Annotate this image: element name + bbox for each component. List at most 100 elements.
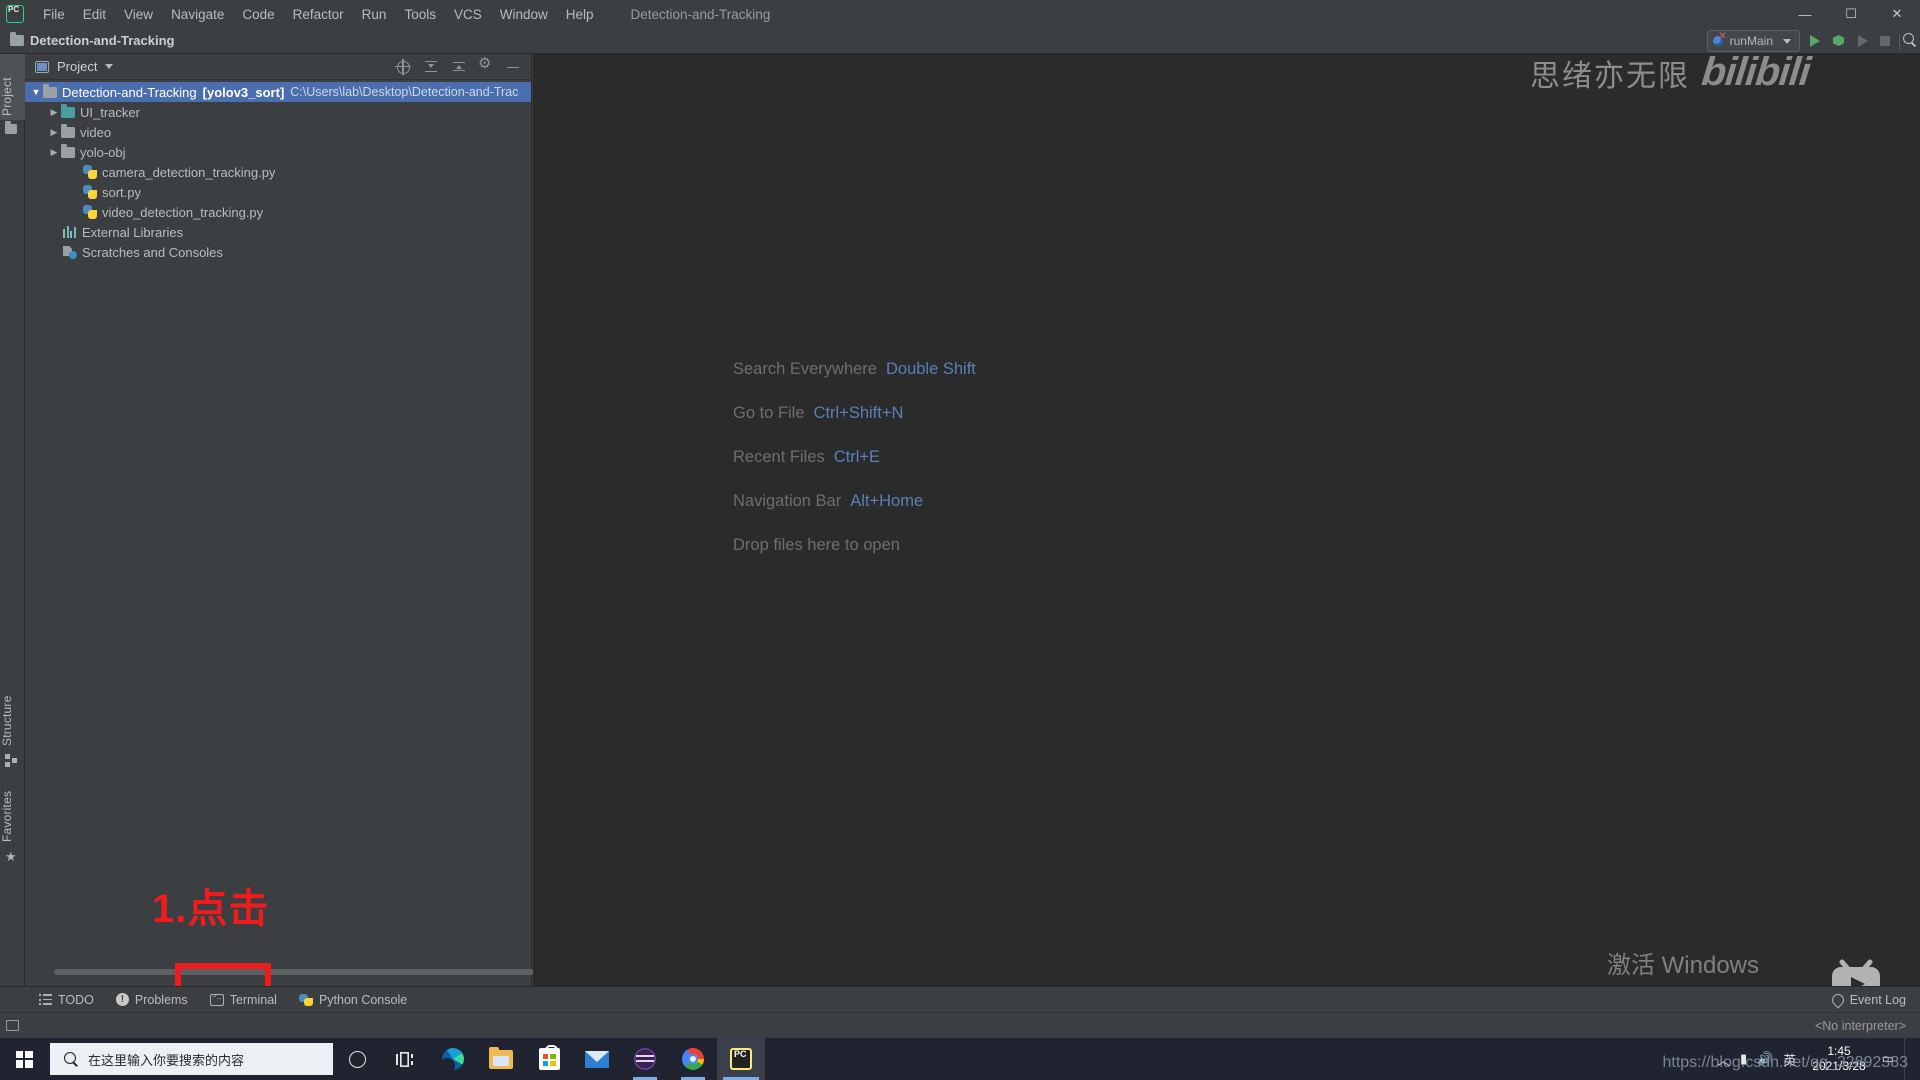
project-panel-header: Project: [25, 54, 531, 80]
problems-icon: !: [115, 993, 129, 1006]
tip-action: Recent Files: [733, 448, 825, 466]
taskbar-clock[interactable]: 1:45 2021/3/28: [1806, 1044, 1871, 1074]
tree-node-label: video_detection_tracking.py: [102, 204, 264, 220]
tree-row-yolo-obj[interactable]: ▶ yolo-obj: [25, 142, 531, 162]
tray-volume-icon[interactable]: 🔊: [1757, 1051, 1773, 1067]
file-explorer-button[interactable]: [477, 1038, 525, 1080]
maximize-button[interactable]: ☐: [1828, 0, 1874, 28]
scrollbar-thumb[interactable]: [54, 969, 534, 975]
sidebar-tab-project[interactable]: Project: [0, 54, 25, 120]
action-center-icon[interactable]: ▭: [1882, 1051, 1894, 1067]
search-placeholder: 在这里输入你要搜索的内容: [88, 1052, 245, 1068]
settings-gear-icon[interactable]: [478, 56, 493, 74]
bottom-tab-python-console[interactable]: Python Console: [288, 987, 418, 1013]
navigation-bar: Detection-and-Tracking: [0, 28, 1920, 54]
tree-row-video-detection-tracking[interactable]: video_detection_tracking.py: [25, 202, 531, 222]
expand-all-icon[interactable]: [423, 59, 439, 75]
menu-code[interactable]: Code: [233, 5, 283, 24]
bottom-tab-problems[interactable]: ! Problems: [105, 987, 199, 1013]
purple-app-button[interactable]: [621, 1038, 669, 1080]
close-button[interactable]: ✕: [1874, 0, 1920, 28]
chevron-right-icon[interactable]: ▶: [47, 107, 61, 118]
folder-icon: [61, 123, 75, 138]
menu-vcs[interactable]: VCS: [445, 5, 491, 24]
microsoft-store-icon: [538, 1045, 560, 1070]
python-console-icon: [298, 993, 313, 1007]
project-view-chevron-down-icon[interactable]: [105, 64, 114, 69]
tip-action: Go to File: [733, 404, 805, 422]
tip-shortcut: Ctrl+Shift+N: [813, 404, 904, 422]
sidebar-tab-favorites[interactable]: Favorites: [0, 766, 25, 846]
terminal-icon: [209, 993, 224, 1006]
menu-view[interactable]: View: [115, 5, 162, 24]
tray-chevron-up-icon[interactable]: ︿: [1717, 1050, 1730, 1069]
menu-run[interactable]: Run: [353, 5, 396, 24]
menu-refactor[interactable]: Refactor: [284, 5, 353, 24]
event-log-button[interactable]: Event Log: [1829, 991, 1920, 1008]
search-icon[interactable]: [1902, 32, 1918, 48]
microsoft-store-button[interactable]: [525, 1038, 573, 1080]
mail-button[interactable]: [573, 1038, 621, 1080]
debug-button[interactable]: [1830, 32, 1848, 50]
menu-edit[interactable]: Edit: [74, 5, 115, 24]
tip-navigation-bar: Navigation Bar Alt+Home: [733, 492, 976, 511]
taskbar-search-input[interactable]: 在这里输入你要搜索的内容: [50, 1043, 333, 1075]
window-controls: — ☐ ✕: [1782, 0, 1920, 28]
menu-file[interactable]: File: [34, 5, 74, 24]
tip-shortcut: Alt+Home: [850, 492, 924, 510]
menu-window[interactable]: Window: [491, 5, 557, 24]
task-view-button[interactable]: [381, 1038, 429, 1080]
tip-action: Search Everywhere: [733, 360, 877, 378]
tray-network-icon[interactable]: ▮: [1740, 1051, 1747, 1067]
toggle-tool-windows-button[interactable]: [0, 1013, 25, 1039]
tip-search-everywhere: Search Everywhere Double Shift: [733, 360, 976, 379]
tree-row-project-root[interactable]: ▼ Detection-and-Tracking [yolov3_sort] C…: [25, 82, 531, 102]
tree-row-external-libraries[interactable]: External Libraries: [25, 222, 531, 242]
left-tool-strip: Project Structure Favorites ★: [0, 54, 25, 1020]
menu-help[interactable]: Help: [557, 5, 603, 24]
show-desktop-button[interactable]: [1904, 1038, 1912, 1080]
pycharm-window: File Edit View Navigate Code Refactor Ru…: [0, 0, 1920, 1080]
sidebar-tab-structure[interactable]: Structure: [0, 674, 25, 750]
project-horizontal-scrollbar[interactable]: [52, 968, 550, 976]
tree-row-ui-tracker[interactable]: ▶ UI_tracker: [25, 102, 531, 122]
tree-row-video[interactable]: ▶ video: [25, 122, 531, 142]
collapse-all-icon[interactable]: [451, 59, 467, 75]
project-tool-window: Project ▼ Detection-and-Tracking [yolov3…: [25, 54, 534, 986]
chevron-right-icon[interactable]: ▶: [47, 127, 61, 138]
interpreter-status[interactable]: <No interpreter>: [1815, 1019, 1920, 1033]
locate-target-icon[interactable]: [395, 58, 411, 75]
tree-row-camera-detection-tracking[interactable]: camera_detection_tracking.py: [25, 162, 531, 182]
tip-action: Drop files here to open: [733, 536, 900, 554]
chevron-right-icon[interactable]: ▶: [47, 147, 61, 158]
tool-window-icon: [35, 60, 49, 73]
chrome-button[interactable]: [669, 1038, 717, 1080]
tip-action: Navigation Bar: [733, 492, 842, 510]
edge-button[interactable]: [429, 1038, 477, 1080]
menu-bar: File Edit View Navigate Code Refactor Ru…: [0, 0, 1920, 28]
bottom-tab-todo[interactable]: TODO: [28, 987, 105, 1013]
run-button[interactable]: [1806, 32, 1824, 50]
clock-date: 2021/3/28: [1812, 1059, 1866, 1073]
cortana-button[interactable]: [333, 1038, 381, 1080]
pycharm-taskbar-button[interactable]: [717, 1038, 765, 1080]
stop-button[interactable]: [1876, 32, 1894, 50]
tree-node-label: camera_detection_tracking.py: [102, 164, 276, 180]
breadcrumb[interactable]: Detection-and-Tracking: [30, 33, 174, 48]
chevron-down-icon[interactable]: [1783, 38, 1791, 44]
tree-node-label: UI_tracker: [80, 104, 140, 120]
hide-panel-icon[interactable]: [505, 59, 521, 75]
tree-row-scratches-and-consoles[interactable]: Scratches and Consoles: [25, 242, 531, 262]
project-panel-toolbar: [395, 56, 531, 75]
chevron-expanded-icon[interactable]: ▼: [29, 87, 43, 97]
minimize-button[interactable]: —: [1782, 0, 1828, 28]
tray-ime-icon[interactable]: 英: [1783, 1050, 1796, 1069]
menu-tools[interactable]: Tools: [395, 5, 445, 24]
run-configuration-selector[interactable]: runMain: [1706, 30, 1800, 52]
coverage-button[interactable]: [1854, 32, 1872, 50]
menu-navigate[interactable]: Navigate: [162, 5, 233, 24]
bottom-tool-bar: TODO ! Problems Terminal Python Console …: [0, 986, 1920, 1012]
tree-row-sort[interactable]: sort.py: [25, 182, 531, 202]
bottom-tab-terminal[interactable]: Terminal: [199, 987, 288, 1013]
start-button[interactable]: [0, 1038, 48, 1080]
